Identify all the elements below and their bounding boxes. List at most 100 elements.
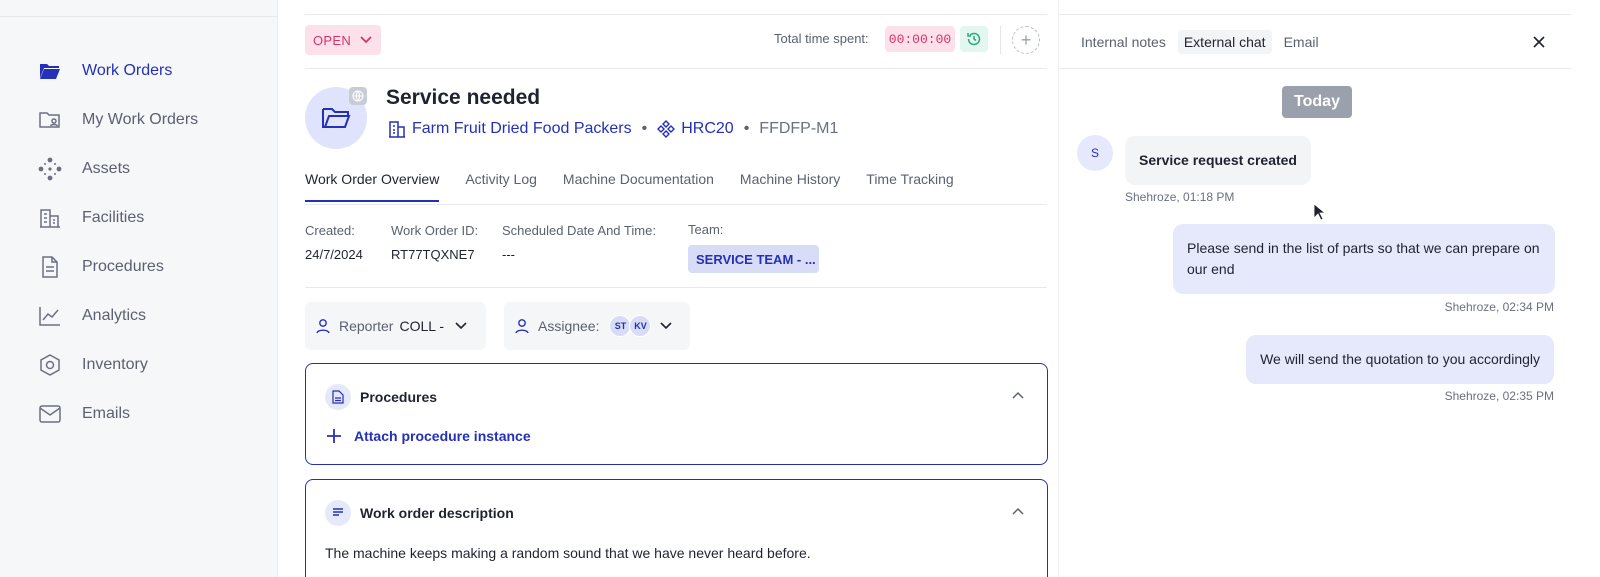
chevron-down-icon — [360, 36, 372, 44]
plus-icon — [327, 429, 341, 443]
document-icon — [38, 255, 62, 279]
status-label: OPEN — [313, 32, 352, 48]
sidebar-divider — [0, 16, 278, 17]
reporter-label: Reporter — [339, 318, 394, 334]
chat-panel: Internal notes External chat Email Today… — [1058, 0, 1600, 577]
time-spent-label: Total time spent: — [774, 31, 869, 46]
created-label: Created: — [305, 223, 355, 238]
sender-avatar: S — [1077, 135, 1113, 171]
sidebar-item-label: Inventory — [82, 356, 148, 373]
assignee-label: Assignee: — [538, 318, 600, 334]
chevron-down-icon — [455, 322, 467, 330]
tab-email[interactable]: Email — [1278, 30, 1325, 54]
panel-header-divider — [1059, 68, 1571, 69]
team-chip[interactable]: SERVICE TEAM - ... — [688, 245, 819, 273]
sidebar-item-label: Work Orders — [82, 62, 173, 79]
top-divider — [305, 14, 1047, 15]
sidebar-item-facilities[interactable]: Facilities — [38, 204, 144, 232]
asset-code: FFDFP-M1 — [759, 120, 839, 137]
message-timestamp: Shehroze, 01:18 PM — [1125, 190, 1235, 204]
description-title: Work order description — [360, 505, 514, 521]
procedures-card: Procedures Attach procedure instance — [305, 363, 1048, 465]
tab-activity-log[interactable]: Activity Log — [465, 171, 537, 202]
text-lines-icon — [325, 500, 351, 526]
sidebar-item-label: Facilities — [82, 209, 145, 226]
chevron-down-icon — [660, 322, 673, 330]
plus-icon: + — [1020, 29, 1032, 50]
time-history-button[interactable] — [960, 26, 988, 52]
scheduled-label: Scheduled Date And Time: — [502, 223, 656, 238]
building-icon — [38, 206, 62, 230]
sidebar-item-label: Procedures — [82, 258, 164, 275]
work-order-tabs: Work Order Overview Activity Log Machine… — [305, 171, 980, 202]
hexagon-icon — [38, 353, 62, 377]
work-order-id-value: RT77TQXNE7 — [391, 247, 475, 262]
chat-message-incoming: Service request created — [1125, 136, 1311, 185]
add-button[interactable]: + — [1012, 26, 1040, 54]
sidebar-item-procedures[interactable]: Procedures — [38, 253, 164, 281]
sidebar-item-assets[interactable]: Assets — [38, 155, 130, 183]
facility-link[interactable]: Farm Fruit Dried Food Packers — [412, 120, 632, 138]
chart-line-icon — [38, 304, 62, 328]
assignee-select[interactable]: Assignee: ST KV — [504, 302, 690, 350]
chevron-up-icon[interactable] — [1011, 506, 1025, 516]
created-value: 24/7/2024 — [305, 247, 363, 262]
chevron-up-icon[interactable] — [1011, 390, 1025, 400]
close-panel-button[interactable] — [1527, 30, 1551, 54]
work-order-title: Service needed — [386, 86, 541, 109]
assignee-avatar: KV — [629, 315, 652, 337]
separator-dot: • — [641, 120, 648, 137]
tab-work-order-overview[interactable]: Work Order Overview — [305, 171, 440, 202]
assignee-avatar: ST — [609, 315, 632, 337]
sidebar-item-label: Emails — [82, 405, 131, 422]
tab-external-chat[interactable]: External chat — [1177, 30, 1272, 54]
header-divider-line — [305, 68, 1047, 69]
asset-link[interactable]: HRC20 — [681, 120, 733, 138]
tab-machine-history[interactable]: Machine History — [740, 171, 840, 202]
attach-procedure-button[interactable]: Attach procedure instance — [326, 428, 531, 444]
work-order-id-label: Work Order ID: — [391, 223, 479, 238]
chat-message-outgoing: Please send in the list of parts so that… — [1173, 224, 1555, 294]
header-divider — [1000, 26, 1001, 54]
sidebar-item-label: My Work Orders — [82, 111, 199, 128]
assets-nodes-icon — [38, 157, 62, 181]
work-order-meta: Farm Fruit Dried Food Packers • HRC20 • … — [388, 120, 838, 138]
sidebar-item-label: Analytics — [82, 307, 147, 324]
globe-icon — [352, 90, 364, 102]
message-timestamp: Shehroze, 02:34 PM — [1444, 300, 1554, 314]
cursor-pointer-icon — [1313, 203, 1325, 221]
work-order-main: OPEN Total time spent: 00:00:00 + Servic… — [278, 0, 1058, 577]
folder-open-icon — [322, 108, 351, 128]
chat-message-outgoing: We will send the quotation to you accord… — [1246, 335, 1554, 384]
globe-badge — [349, 87, 367, 105]
details-divider — [305, 287, 1047, 288]
tab-time-tracking[interactable]: Time Tracking — [866, 171, 953, 202]
procedures-title: Procedures — [360, 389, 438, 405]
user-icon — [515, 319, 529, 334]
date-separator: Today — [1282, 86, 1352, 118]
team-label: Team: — [688, 222, 724, 237]
clock-history-icon — [967, 32, 981, 46]
sidebar: Work Orders My Work Orders Assets Facili… — [0, 0, 278, 577]
attach-procedure-label: Attach procedure instance — [354, 428, 531, 444]
scheduled-value: --- — [502, 247, 515, 262]
tab-internal-notes[interactable]: Internal notes — [1075, 30, 1172, 54]
reporter-select[interactable]: Reporter COLL - — [305, 302, 486, 350]
sidebar-item-label: Assets — [82, 160, 131, 177]
building-icon — [389, 121, 405, 138]
sidebar-item-emails[interactable]: Emails — [38, 400, 130, 428]
message-timestamp: Shehroze, 02:35 PM — [1444, 389, 1554, 403]
asset-diamond-icon — [657, 120, 676, 138]
mail-icon — [38, 402, 62, 426]
sidebar-item-inventory[interactable]: Inventory — [38, 351, 148, 379]
separator-dot: • — [743, 120, 750, 137]
sidebar-item-work-orders[interactable]: Work Orders — [38, 57, 172, 85]
folder-open-icon — [38, 59, 62, 83]
sidebar-item-my-work-orders[interactable]: My Work Orders — [38, 106, 198, 134]
sidebar-item-analytics[interactable]: Analytics — [38, 302, 146, 330]
tab-machine-documentation[interactable]: Machine Documentation — [563, 171, 714, 202]
status-dropdown[interactable]: OPEN — [305, 25, 381, 55]
user-icon — [316, 319, 330, 334]
description-text: The machine keeps making a random sound … — [325, 545, 811, 561]
panel-tabs: Internal notes External chat Email — [1075, 30, 1325, 54]
